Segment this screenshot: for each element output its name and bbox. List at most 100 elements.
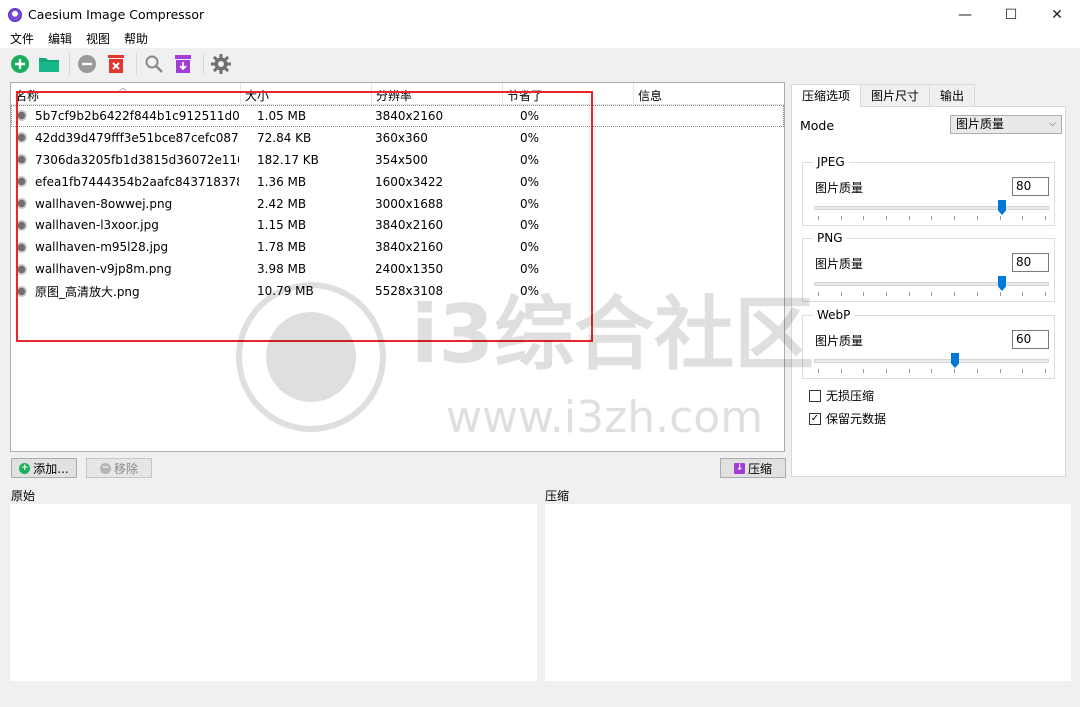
file-name-cell: wallhaven-8owwej.png [35,196,173,211]
compress-button-label: 压缩 [747,461,772,476]
compress-icon[interactable] [170,51,196,77]
menu-view[interactable]: 视图 [79,30,117,47]
lossless-checkbox-row[interactable]: 无损压缩 [809,387,874,404]
resolution-cell: 3840x2160 [375,240,444,255]
table-row[interactable]: wallhaven-l3xoor.jpg 1.15 MB 3840x2160 0% [11,214,784,236]
column-header-resolution[interactable]: 分辨率 [372,83,503,105]
table-row[interactable]: wallhaven-v9jp8m.png 3.98 MB 2400x1350 0% [11,258,784,280]
slider-tick [1022,369,1024,373]
app-logo-icon [8,7,22,22]
remove-button[interactable]: − 移除 [86,458,152,478]
jpeg-quality-slider-handle[interactable] [998,200,1006,215]
table-row[interactable]: wallhaven-m95l28.jpg 1.78 MB 3840x2160 0% [11,236,784,258]
clear-list-icon[interactable] [103,51,129,77]
slider-tick [931,369,933,373]
menu-file[interactable]: 文件 [3,30,41,47]
table-row[interactable]: 7306da3205fb1d3815d36072e1107b6. 182.17 K… [11,149,784,171]
saved-cell: 0% [520,262,540,277]
close-button[interactable]: ✕ [1034,0,1080,29]
column-header-info[interactable]: 信息 [634,83,784,105]
minimize-button[interactable]: — [942,0,988,29]
preview-search-icon[interactable] [141,51,167,77]
slider-tick [931,292,933,296]
saved-cell: 0% [520,108,540,123]
webp-quality-spinbox[interactable]: 60 [1012,330,1049,349]
slider-tick [976,216,978,220]
jpeg-quality-label: 图片质量 [815,181,864,195]
tab-image-size[interactable]: 图片尺寸 [860,84,931,106]
window-title: Caesium Image Compressor [28,7,205,22]
jpeg-quality-slider-track[interactable] [814,206,1049,210]
column-header-saved[interactable]: 节省了 [503,83,634,105]
compress-button[interactable]: ↓ 压缩 [720,458,786,478]
slider-tick [818,369,819,373]
resolution-cell: 2400x1350 [375,262,444,277]
slider-tick [818,216,819,220]
table-row[interactable]: 原图_高清放大.png 10.79 MB 5528x3108 0% [11,280,784,302]
sort-indicator-icon: ︿ [119,83,127,92]
slider-tick [976,369,978,373]
slider-ticks [818,216,1046,220]
title-bar: Caesium Image Compressor — ☐ ✕ [0,0,1080,29]
file-list-table[interactable]: 名称 大小 分辨率 节省了 信息 ︿ 5b7cf9b2b6422f844b1c9… [10,82,785,452]
file-size-cell: 1.36 MB [257,174,307,189]
file-name-cell: wallhaven-v9jp8m.png [35,262,172,277]
menu-edit[interactable]: 编辑 [41,30,79,47]
slider-tick [840,369,842,373]
file-name-cell: wallhaven-l3xoor.jpg [35,218,159,233]
png-quality-slider-handle[interactable] [998,276,1006,291]
file-name-cell: 7306da3205fb1d3815d36072e1107b6. [35,152,239,167]
original-preview-label: 原始 [11,489,36,503]
compressed-preview-pane [545,504,1071,681]
slider-tick [1044,369,1046,373]
slider-tick [954,216,956,220]
file-size-cell: 72.84 KB [257,130,312,145]
slider-tick [1022,216,1024,220]
column-header-size[interactable]: 大小 [241,83,372,105]
remove-icon[interactable] [74,51,100,77]
slider-ticks [818,369,1046,373]
menu-help[interactable]: 帮助 [117,30,155,47]
file-rows: 5b7cf9b2b6422f844b1c912511d010b.jp 1.05 M… [11,105,784,302]
slider-tick [908,292,910,296]
maximize-button[interactable]: ☐ [988,0,1034,29]
slider-tick [863,216,865,220]
open-folder-icon[interactable] [36,51,62,77]
add-file-icon[interactable] [7,51,33,77]
status-dot-icon [16,198,27,209]
table-row[interactable]: 5b7cf9b2b6422f844b1c912511d010b.jp 1.05 M… [11,105,784,127]
file-name-cell: wallhaven-m95l28.jpg [35,240,169,255]
resolution-cell: 360x360 [375,130,428,145]
slider-tick [840,292,842,296]
keep-metadata-checkbox[interactable]: ✓ [809,412,821,425]
png-quality-spinbox[interactable]: 80 [1012,253,1049,272]
saved-cell: 0% [520,240,540,255]
jpeg-quality-group: JPEG 图片质量 80 [802,155,1055,226]
saved-cell: 0% [520,218,540,233]
compression-options-panel: Mode 图片质量 ⌵ JPEG 图片质量 80 PNG 图片质量 80 Web… [791,106,1066,477]
status-dot-icon [16,219,27,231]
tab-output[interactable]: 输出 [929,84,976,106]
tab-compression-options[interactable]: 压缩选项 [791,84,862,107]
png-quality-group: PNG 图片质量 80 [802,231,1055,302]
file-size-cell: 2.42 MB [257,196,307,211]
lossless-checkbox[interactable] [809,389,821,402]
toolbar [0,48,1080,80]
resolution-cell: 3840x2160 [375,218,444,233]
webp-quality-slider-handle[interactable] [951,353,959,368]
png-quality-slider-track[interactable] [814,282,1049,286]
mode-select[interactable]: 图片质量 ⌵ [950,115,1062,134]
add-button[interactable]: + 添加... [11,458,77,478]
table-row[interactable]: 42dd39d479fff3e51bce87cefc087ef.jpg 72.84… [11,127,784,149]
resolution-cell: 3840x2160 [375,108,444,123]
webp-quality-slider-track[interactable] [814,359,1049,363]
keep-metadata-checkbox-row[interactable]: ✓ 保留元数据 [809,410,886,427]
settings-gear-icon[interactable] [208,51,234,77]
table-row[interactable]: wallhaven-8owwej.png 2.42 MB 3000x1688 0% [11,193,784,215]
jpeg-quality-spinbox[interactable]: 80 [1012,177,1049,196]
resolution-cell: 3000x1688 [375,196,444,211]
compressed-preview-label: 压缩 [545,489,570,503]
slider-tick [999,292,1001,296]
chevron-down-icon: ⌵ [1049,119,1056,129]
table-row[interactable]: efea1fb7444354b2aafc843718378b8.jp 1.36 M… [11,171,784,193]
